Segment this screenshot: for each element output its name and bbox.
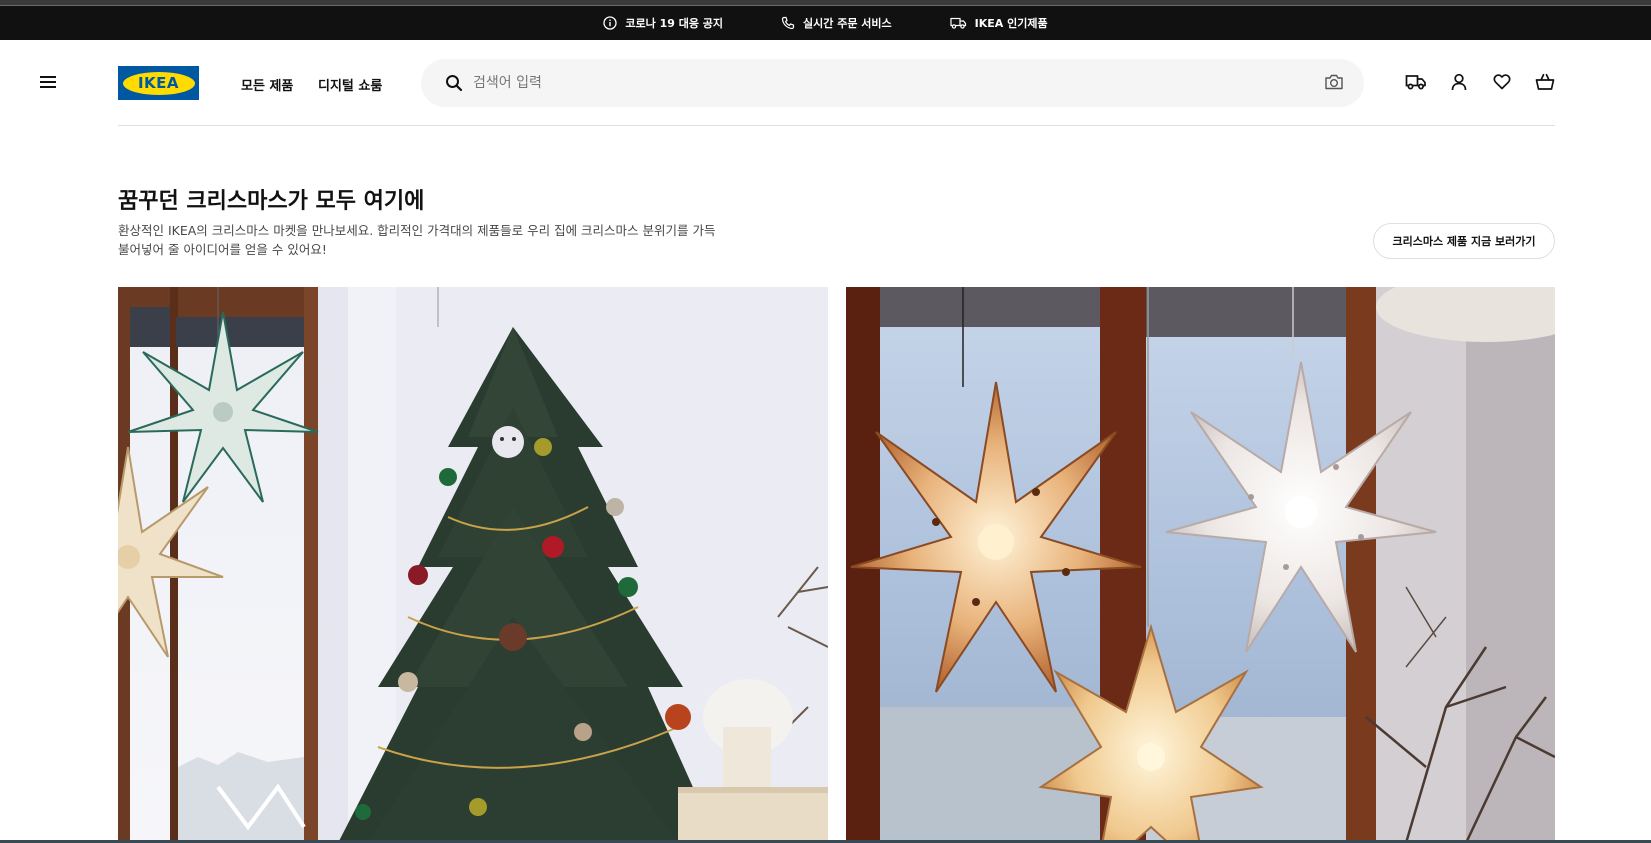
delivery-icon [1405,75,1426,90]
notice-popular-label: IKEA 인기제품 [974,17,1048,30]
hero-image-star-lamps[interactable] [846,287,1555,843]
hero-image-christmas-tree[interactable] [118,287,828,843]
notice-covid[interactable]: 코로나 19 대응 공지 [603,15,723,31]
delivery-button[interactable] [1404,70,1428,94]
heart-icon [1493,74,1511,90]
promo-description-line-1: 환상적인 IKEA의 크리스마스 마켓을 만나보세요. 합리적인 가격대의 제품… [118,223,716,238]
user-icon [1451,73,1467,91]
site-header: IKEA 모든 제품 디지털 쇼룸 [0,40,1651,126]
search-icon[interactable] [445,74,463,92]
truck-icon [950,17,966,29]
search-input[interactable] [473,59,1273,107]
shopping-bag-icon [1535,73,1555,90]
shop-christmas-button[interactable]: 크리스마스 제품 지금 보러가기 [1373,223,1555,259]
hamburger-menu-icon [40,76,56,88]
phone-icon [781,16,795,30]
nav-all-products[interactable]: 모든 제품 [241,75,293,94]
header-divider [118,125,1555,126]
promo-description: 환상적인 IKEA의 크리스마스 마켓을 만나보세요. 합리적인 가격대의 제품… [118,221,718,259]
favourites-button[interactable] [1490,70,1514,94]
logo-text: IKEA [137,74,180,92]
promo-description-line-2: 불어넣어 줄 아이디어를 얻을 수 있어요! [118,242,327,257]
cart-button[interactable] [1533,70,1557,94]
search-bar [421,59,1364,107]
hamburger-menu-button[interactable] [36,72,60,92]
nav-digital-showroom[interactable]: 디지털 쇼룸 [318,75,382,94]
notice-covid-label: 코로나 19 대응 공지 [625,17,724,30]
notice-live-order[interactable]: 실시간 주문 서비스 [781,15,892,31]
account-button[interactable] [1447,70,1471,94]
notice-live-order-label: 실시간 주문 서비스 [803,17,892,30]
camera-icon[interactable] [1324,73,1344,91]
star-lamps-photo [846,287,1555,843]
logo-oval: IKEA [122,71,195,95]
christmas-tree-photo [118,287,828,843]
ikea-logo[interactable]: IKEA [118,66,199,100]
notice-popular[interactable]: IKEA 인기제품 [950,15,1048,31]
notice-bar: 코로나 19 대응 공지 실시간 주문 서비스 IKEA 인기제품 [0,6,1651,40]
info-icon [603,16,618,30]
promo-title: 꿈꾸던 크리스마스가 모두 여기에 [118,189,425,214]
